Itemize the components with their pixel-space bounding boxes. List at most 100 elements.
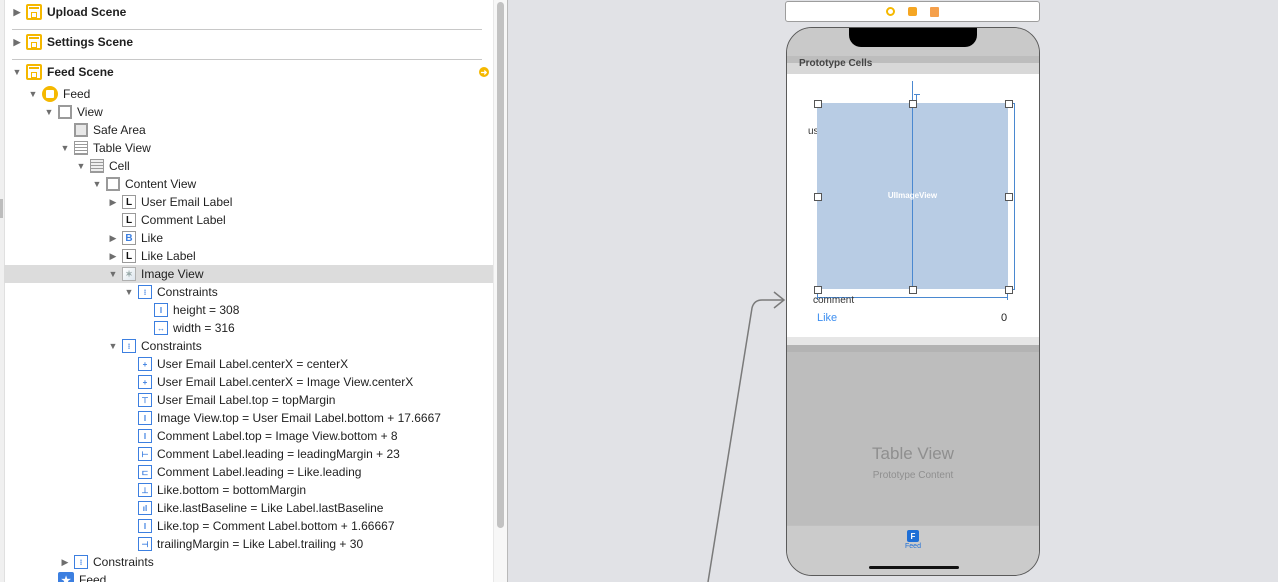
outline-scene-upload[interactable]: ▶ Upload Scene [4, 0, 493, 27]
resize-handle[interactable] [909, 286, 917, 294]
disclosure-down-icon[interactable]: ▼ [108, 341, 118, 351]
view-icon [106, 177, 120, 191]
outline-item-user-email-label[interactable]: ▶ L User Email Label [4, 193, 493, 211]
outline-item-constraint[interactable]: ↔ width = 316 [4, 319, 493, 337]
outline-item-constraint[interactable]: ⊢ Comment Label.leading = leadingMargin … [4, 445, 493, 463]
disclosure-down-icon[interactable]: ▼ [12, 67, 22, 77]
outline-item-constraint[interactable]: ⊤ User Email Label.top = topMargin [4, 391, 493, 409]
resize-handle[interactable] [814, 193, 822, 201]
outline-item-label: Image View [141, 267, 204, 281]
disclosure-down-icon[interactable]: ▼ [124, 287, 134, 297]
outline-item-table-view[interactable]: ▼ Table View [4, 139, 493, 157]
exit-icon[interactable] [930, 6, 939, 17]
outline-item-label: Comment Label.leading = leadingMargin + … [157, 447, 400, 461]
outline-item-content-constraints[interactable]: ▼ ⁝ Constraints [4, 337, 493, 355]
outline-item-feed-tab[interactable]: ★ Feed [4, 571, 493, 582]
storyboard-canvas[interactable]: Prototype Cells user email UIImageView [508, 0, 1278, 582]
center-x-constraint-icon: + [138, 375, 152, 389]
resize-handle[interactable] [814, 286, 822, 294]
outline-item-label: Comment Label.leading = Like.leading [157, 465, 362, 479]
disclosure-down-icon[interactable]: ▼ [28, 89, 38, 99]
disclosure-down-icon[interactable]: ▼ [92, 179, 102, 189]
constraints-icon: ⁝ [74, 555, 88, 569]
prototype-cell[interactable]: user email UIImageView comment [787, 74, 1039, 337]
resize-handle[interactable] [1005, 286, 1013, 294]
tab-item-label: Feed [905, 543, 921, 550]
outline-item-image-constraints[interactable]: ▼ ⁝ Constraints [4, 283, 493, 301]
label-icon: L [122, 249, 136, 263]
button-icon: B [122, 231, 136, 245]
outline-item-like-label[interactable]: ▶ L Like Label [4, 247, 493, 265]
outline-item-label: Constraints [141, 339, 202, 353]
disclosure-down-icon[interactable]: ▼ [108, 269, 118, 279]
outline-item-label: Like.lastBaseline = Like Label.lastBasel… [157, 501, 384, 515]
outline-scrollbar[interactable] [493, 0, 508, 582]
disclosure-right-icon[interactable]: ▶ [60, 557, 70, 567]
disclosure-down-icon[interactable]: ▼ [44, 107, 54, 117]
outline-item-safe-area[interactable]: Safe Area [4, 121, 493, 139]
vertical-spacing-constraint-icon: I [138, 429, 152, 443]
constraint-guide [914, 94, 920, 95]
outline-item-view-constraints[interactable]: ▶ ⁝ Constraints [4, 553, 493, 571]
image-view[interactable]: UIImageView [817, 103, 1008, 289]
like-count-label[interactable]: 0 [1001, 312, 1007, 324]
outline-item-constraint[interactable]: ⊥ Like.bottom = bottomMargin [4, 481, 493, 499]
outline-item-content-view[interactable]: ▼ Content View [4, 175, 493, 193]
view-controller-icon [42, 86, 58, 102]
vertical-spacing-constraint-icon: I [138, 411, 152, 425]
baseline-constraint-icon: ıl [138, 501, 152, 515]
left-edge-scrollbar-thumb[interactable] [0, 199, 3, 218]
resize-handle[interactable] [1005, 193, 1013, 201]
tab-item-feed[interactable]: F Feed [898, 530, 928, 550]
outline-item-view[interactable]: ▼ View [4, 103, 493, 121]
resize-handle[interactable] [909, 100, 917, 108]
outline-scene-settings[interactable]: ▶ Settings Scene [4, 27, 493, 57]
first-responder-icon[interactable] [908, 7, 917, 16]
outline-item-comment-label[interactable]: L Comment Label [4, 211, 493, 229]
view-icon [58, 105, 72, 119]
resize-handle[interactable] [1005, 100, 1013, 108]
comment-label[interactable]: comment [813, 295, 854, 306]
bottom-constraint-icon: ⊥ [138, 483, 152, 497]
width-constraint-icon: ↔ [154, 321, 168, 335]
scene-label: Settings Scene [47, 35, 134, 49]
disclosure-right-icon[interactable]: ▶ [12, 37, 22, 47]
outline-item-label: Like [141, 231, 164, 245]
outline-item-image-view[interactable]: ▼ ✶ Image View [4, 265, 493, 283]
outline-scrollbar-thumb[interactable] [497, 2, 504, 528]
disclosure-right-icon[interactable]: ▶ [108, 251, 118, 261]
outline-item-label: width = 316 [173, 321, 235, 335]
disclosure-right-icon[interactable]: ▶ [12, 7, 22, 17]
outline-item-constraint[interactable]: ⊣ trailingMargin = Like Label.trailing +… [4, 535, 493, 553]
outline-item-label: Like.bottom = bottomMargin [157, 483, 307, 497]
home-indicator [869, 566, 959, 569]
outline-item-constraint[interactable]: + User Email Label.centerX = centerX [4, 355, 493, 373]
outline-scene-feed[interactable]: ▼ Feed Scene ➜ [4, 57, 493, 87]
disclosure-down-icon[interactable]: ▼ [76, 161, 86, 171]
outline-item-cell[interactable]: ▼ Cell [4, 157, 493, 175]
table-view-placeholder[interactable]: Table View Prototype Content [787, 345, 1039, 532]
outline-item-like-button[interactable]: ▶ B Like [4, 229, 493, 247]
go-to-arrow-icon[interactable]: ➜ [479, 67, 489, 77]
device-notch [849, 28, 977, 47]
feed-tab-icon: F [907, 530, 919, 542]
scene-icon [26, 4, 42, 20]
like-button[interactable]: Like [817, 312, 837, 324]
outline-item-constraint[interactable]: I Image View.top = User Email Label.bott… [4, 409, 493, 427]
outline-item-constraint[interactable]: ıl Like.lastBaseline = Like Label.lastBa… [4, 499, 493, 517]
outline-item-constraint[interactable]: ⊏ Comment Label.leading = Like.leading [4, 463, 493, 481]
outline-item-constraint[interactable]: I Comment Label.top = Image View.bottom … [4, 427, 493, 445]
outline-item-constraint[interactable]: I Like.top = Comment Label.bottom + 1.66… [4, 517, 493, 535]
outline-item-constraint[interactable]: + User Email Label.centerX = Image View.… [4, 373, 493, 391]
view-controller-icon[interactable] [886, 7, 895, 16]
disclosure-right-icon[interactable]: ▶ [108, 197, 118, 207]
disclosure-down-icon[interactable]: ▼ [60, 143, 70, 153]
outline-item-label: Like.top = Comment Label.bottom + 1.6666… [157, 519, 395, 533]
resize-handle[interactable] [814, 100, 822, 108]
outline-item-constraint[interactable]: I height = 308 [4, 301, 493, 319]
outline-item-label: Comment Label [141, 213, 226, 227]
outline-item-feed-controller[interactable]: ▼ Feed [4, 85, 493, 103]
disclosure-right-icon[interactable]: ▶ [108, 233, 118, 243]
leading-constraint-icon: ⊢ [138, 447, 152, 461]
outline-item-label: Feed [63, 87, 91, 101]
